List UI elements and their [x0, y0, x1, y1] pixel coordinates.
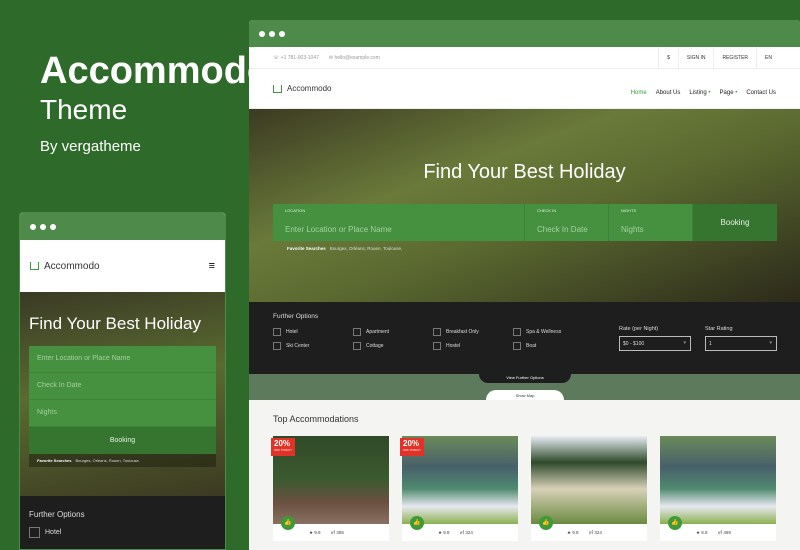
- thumbs-up-icon[interactable]: 👍: [410, 516, 424, 530]
- logo[interactable]: Accommodo: [273, 84, 331, 93]
- star-filter: Star Rating 1: [705, 326, 777, 351]
- checkbox[interactable]: [513, 342, 521, 350]
- option-checkbox[interactable]: Spa & Wellness: [513, 328, 593, 336]
- checkbox[interactable]: [433, 342, 441, 350]
- rate-filter: Rate (per Night) $0 - $100: [619, 326, 691, 351]
- rating: ★ 8.9: [696, 530, 708, 535]
- checkbox[interactable]: [353, 342, 361, 350]
- rate-select[interactable]: $0 - $100: [619, 336, 691, 351]
- size: ㎡ 365: [330, 530, 344, 535]
- accommodation-card[interactable]: 20% OFF TODAY! 👍 ★ 9.9 ㎡ 365: [271, 436, 389, 541]
- hero-title: Find Your Best Holiday: [423, 161, 626, 183]
- card-image[interactable]: [660, 436, 776, 524]
- accommodation-card[interactable]: 👍 ★ 9.8 ㎡ 324: [531, 436, 647, 541]
- option-checkbox[interactable]: Hotel: [273, 328, 353, 336]
- checkbox[interactable]: [273, 328, 281, 336]
- rating: ★ 9.8: [567, 530, 579, 535]
- further-options-title: Further Options: [273, 313, 319, 320]
- map[interactable]: View Further Options Show Map: [249, 374, 800, 400]
- phone[interactable]: ☏ +1 781-903-1047: [273, 55, 319, 61]
- search-form: LOCATION Enter Location or Place Name CHE…: [273, 204, 777, 241]
- mobile-navbar: Accommodo ≡: [20, 240, 225, 292]
- favorite-searches: Favorite Searches Bourges, Orléans, Rouen…: [29, 454, 216, 467]
- window-chrome: [20, 213, 225, 240]
- top-bar: ☏ +1 781-903-1047 ✉ hello@example.com $ …: [249, 47, 800, 69]
- view-further-options-button[interactable]: View Further Options: [479, 374, 571, 383]
- size: ㎡ 324: [459, 530, 473, 535]
- logo[interactable]: Accommodo: [30, 261, 100, 272]
- house-icon: [273, 84, 282, 93]
- location-input[interactable]: LOCATION Enter Location or Place Name: [273, 204, 525, 241]
- option-checkbox[interactable]: Apartment: [353, 328, 433, 336]
- register-link[interactable]: REGISTER: [713, 47, 756, 68]
- show-map-button[interactable]: Show Map: [486, 390, 564, 400]
- thumbs-up-icon[interactable]: 👍: [539, 516, 553, 530]
- nav-contact[interactable]: Contact Us: [746, 90, 776, 96]
- promo-title: Accommodo: [40, 50, 271, 92]
- discount-badge: 20% OFF TODAY!: [271, 438, 295, 456]
- size: ㎡ 469: [717, 530, 731, 535]
- top-accommodations: Top Accommodations 20% OFF TODAY! 👍 ★ 9.9 ㎡ …: [249, 400, 800, 550]
- thumbs-up-icon[interactable]: 👍: [281, 516, 295, 530]
- currency-select[interactable]: $: [658, 47, 678, 68]
- checkbox[interactable]: [29, 527, 40, 538]
- hamburger-icon[interactable]: ≡: [209, 260, 215, 272]
- nights-input[interactable]: Nights: [29, 400, 216, 427]
- nav-listing[interactable]: Listing •: [689, 90, 710, 96]
- language-select[interactable]: EN: [756, 47, 780, 68]
- promo-subtitle: Theme: [40, 94, 128, 125]
- checkbox[interactable]: [513, 328, 521, 336]
- checkbox[interactable]: [353, 328, 361, 336]
- discount-badge: 20% OFF TODAY!: [400, 438, 424, 456]
- further-options: Further Options Hotel Apartment Breakfast …: [249, 302, 800, 374]
- star-select[interactable]: 1: [705, 336, 777, 351]
- favorite-searches: Favorite Searches Bourges, Orléans, Rouen…: [287, 246, 403, 251]
- nav-page[interactable]: Page •: [720, 90, 738, 96]
- checkin-input[interactable]: Check In Date: [29, 373, 216, 400]
- option-checkbox[interactable]: Cottage: [353, 342, 433, 350]
- accommodation-card[interactable]: 👍 ★ 8.9 ㎡ 469: [660, 436, 776, 541]
- checkin-input[interactable]: CHECK IN Check In Date: [525, 204, 609, 241]
- rating: ★ 9.9: [309, 530, 321, 535]
- option-hotel[interactable]: Hotel: [29, 527, 216, 538]
- location-input[interactable]: Enter Location or Place Name: [29, 346, 216, 373]
- option-checkbox[interactable]: Ski Center: [273, 342, 353, 350]
- booking-button[interactable]: Booking: [693, 204, 777, 241]
- card-image[interactable]: [531, 436, 647, 524]
- mobile-hero: Find Your Best Holiday Enter Location or…: [20, 292, 225, 496]
- size: ㎡ 324: [588, 530, 602, 535]
- nav-about[interactable]: About Us: [656, 90, 681, 96]
- hero-title: Find Your Best Holiday: [29, 314, 201, 333]
- accommodation-card[interactable]: 20% OFF TODAY! 👍 ★ 9.8 ㎡ 324: [400, 436, 518, 541]
- mobile-window: Accommodo ≡ Find Your Best Holiday Enter…: [19, 212, 226, 550]
- booking-button[interactable]: Booking: [29, 427, 216, 454]
- promo-byline: By vergatheme: [40, 138, 141, 155]
- window-chrome: [249, 20, 800, 47]
- mobile-further-options: Further Options Hotel: [20, 496, 225, 549]
- nav-home[interactable]: Home: [631, 90, 647, 96]
- option-checkbox[interactable]: Breakfast Only: [433, 328, 513, 336]
- email[interactable]: ✉ hello@example.com: [329, 55, 380, 61]
- hero: Find Your Best Holiday LOCATION Enter Loc…: [249, 109, 800, 302]
- option-checkbox[interactable]: Boat: [513, 342, 593, 350]
- navbar: Accommodo Home About Us Listing • Page •…: [249, 69, 800, 109]
- checkbox[interactable]: [273, 342, 281, 350]
- section-title: Top Accommodations: [273, 414, 359, 424]
- nights-input[interactable]: NIGHTS Nights: [609, 204, 693, 241]
- sign-in-link[interactable]: SIGN IN: [677, 47, 714, 68]
- further-options-title: Further Options: [29, 510, 85, 519]
- checkbox[interactable]: [433, 328, 441, 336]
- rating: ★ 9.8: [438, 530, 450, 535]
- desktop-window: ☏ +1 781-903-1047 ✉ hello@example.com $ …: [249, 20, 800, 550]
- thumbs-up-icon[interactable]: 👍: [668, 516, 682, 530]
- option-checkbox[interactable]: Hostel: [433, 342, 513, 350]
- house-icon: [30, 262, 39, 270]
